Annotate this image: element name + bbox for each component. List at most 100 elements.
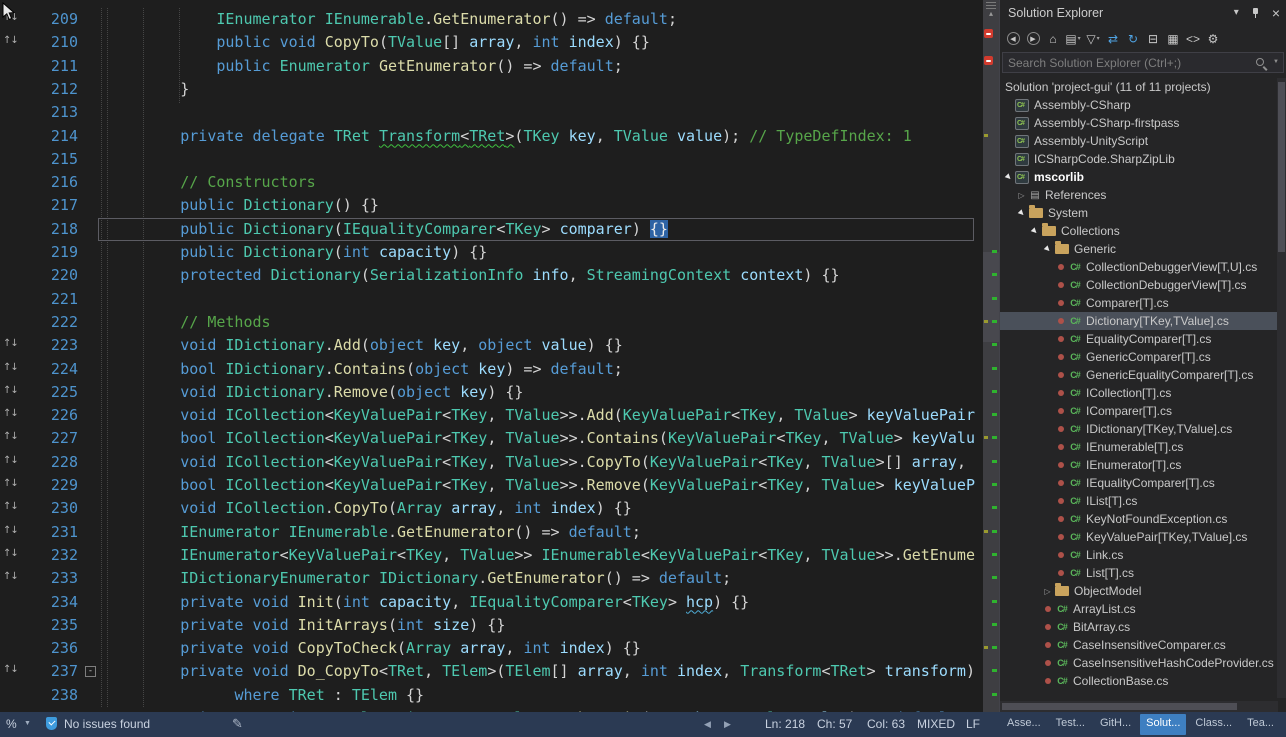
panel-tab[interactable]: Tea... bbox=[1241, 714, 1280, 735]
line-number[interactable]: 234 bbox=[20, 591, 78, 614]
line-number[interactable]: 229 bbox=[20, 474, 78, 497]
issues-status[interactable]: No issues found bbox=[64, 717, 150, 731]
tree-item[interactable]: ▶System bbox=[1000, 204, 1278, 222]
reference-glyph-icon[interactable]: ↑↓ bbox=[3, 571, 18, 582]
code-line[interactable]: ↑↓233 IDictionaryEnumerator IDictionary.… bbox=[0, 567, 975, 590]
panel-tab[interactable]: GitH... bbox=[1094, 714, 1137, 735]
line-number[interactable]: 226 bbox=[20, 404, 78, 427]
line-number[interactable]: 233 bbox=[20, 567, 78, 590]
code-line[interactable]: ↑↓223 void IDictionary.Add(object key, o… bbox=[0, 334, 975, 357]
line-number[interactable]: 228 bbox=[20, 451, 78, 474]
code-line[interactable]: ↑↓237- private void Do_CopyTo<TRet, TEle… bbox=[0, 660, 975, 683]
line-number[interactable]: 230 bbox=[20, 497, 78, 520]
reference-glyph-icon[interactable]: ↑↓ bbox=[3, 35, 18, 46]
collapsed-arrow-icon[interactable]: ▷ bbox=[1041, 587, 1054, 596]
code-line[interactable]: ↑↓224 bool IDictionary.Contains(object k… bbox=[0, 358, 975, 381]
tree-item[interactable]: C#KeyNotFoundException.cs bbox=[1000, 510, 1278, 528]
line-number[interactable]: 216 bbox=[20, 171, 78, 194]
code-line[interactable]: 235 private void InitArrays(int size) {} bbox=[0, 614, 975, 637]
home-icon[interactable]: ⌂ bbox=[1043, 29, 1063, 49]
search-input[interactable]: Search Solution Explorer (Ctrl+;) ▼ bbox=[1002, 52, 1284, 73]
code-line[interactable]: 214 private delegate TRet Transform<TRet… bbox=[0, 125, 975, 148]
line-number[interactable]: 217 bbox=[20, 194, 78, 217]
collapse-all-icon[interactable]: ⊟ bbox=[1143, 29, 1163, 49]
zoom-control[interactable]: % bbox=[6, 717, 17, 731]
editor-scrollbar[interactable]: ▴ bbox=[975, 0, 999, 712]
panel-horizontal-scrollbar[interactable] bbox=[1000, 701, 1278, 712]
tree-item[interactable]: ICSharpCode.SharpZipLib bbox=[1000, 150, 1278, 168]
scrollbar-track[interactable] bbox=[983, 0, 999, 712]
line-number[interactable]: 237 bbox=[20, 660, 78, 683]
tree-item[interactable]: C#IDictionary[TKey,TValue].cs bbox=[1000, 420, 1278, 438]
line-number[interactable]: 238 bbox=[20, 684, 78, 707]
line-number[interactable]: 212 bbox=[20, 78, 78, 101]
line-number[interactable]: 231 bbox=[20, 521, 78, 544]
fold-collapse-box[interactable]: - bbox=[85, 666, 96, 677]
refresh-icon[interactable]: ↻ bbox=[1123, 29, 1143, 49]
eol-indicator[interactable]: LF bbox=[966, 717, 980, 731]
panel-tab[interactable]: Solut... bbox=[1140, 714, 1186, 735]
line-number[interactable]: 224 bbox=[20, 358, 78, 381]
panel-vertical-scrollbar-thumb[interactable] bbox=[1278, 82, 1285, 252]
tree-item[interactable]: C#IComparer[T].cs bbox=[1000, 402, 1278, 420]
line-number[interactable]: 227 bbox=[20, 427, 78, 450]
tree-item[interactable]: C#EqualityComparer[T].cs bbox=[1000, 330, 1278, 348]
encoding-indicator[interactable]: MIXED bbox=[917, 717, 955, 731]
line-number[interactable]: 210 bbox=[20, 31, 78, 54]
reference-glyph-icon[interactable]: ↑↓ bbox=[3, 548, 18, 559]
tree-item[interactable]: C#IEqualityComparer[T].cs bbox=[1000, 474, 1278, 492]
panel-tab[interactable]: Class... bbox=[1189, 714, 1238, 735]
tree-item[interactable]: ▷ObjectModel bbox=[1000, 582, 1278, 600]
code-line[interactable]: ↑↓226 void ICollection<KeyValuePair<TKey… bbox=[0, 404, 975, 427]
panel-tab[interactable]: Asse... bbox=[1001, 714, 1047, 735]
code-line[interactable]: ↑↓229 bool ICollection<KeyValuePair<TKey… bbox=[0, 474, 975, 497]
line-number[interactable]: 235 bbox=[20, 614, 78, 637]
tree-item[interactable]: C#GenericComparer[T].cs bbox=[1000, 348, 1278, 366]
code-line[interactable]: 211 public Enumerator GetEnumerator() =>… bbox=[0, 55, 975, 78]
code-line[interactable]: ↑↓227 bool ICollection<KeyValuePair<TKey… bbox=[0, 427, 975, 450]
line-number[interactable]: 225 bbox=[20, 381, 78, 404]
code-line[interactable]: ↑↓231 IEnumerator IEnumerable.GetEnumera… bbox=[0, 521, 975, 544]
line-indicator[interactable]: Ln: 218 bbox=[765, 717, 805, 731]
panel-vertical-scrollbar[interactable] bbox=[1277, 78, 1286, 698]
show-all-files-icon[interactable]: ▦ bbox=[1163, 29, 1183, 49]
tree-item[interactable]: Assembly-CSharp-firstpass bbox=[1000, 114, 1278, 132]
tree-item[interactable]: Assembly-UnityScript bbox=[1000, 132, 1278, 150]
line-number[interactable]: 236 bbox=[20, 637, 78, 660]
expanded-arrow-icon[interactable]: ▶ bbox=[1041, 245, 1054, 253]
search-options-caret-icon[interactable]: ▼ bbox=[1273, 59, 1279, 65]
tree-item[interactable]: C#ICollection[T].cs bbox=[1000, 384, 1278, 402]
code-line[interactable]: 212 } bbox=[0, 78, 975, 101]
reference-glyph-icon[interactable]: ↑↓ bbox=[3, 338, 18, 349]
code-line[interactable]: 236 private void CopyToCheck(Array array… bbox=[0, 637, 975, 660]
issues-shield-icon[interactable] bbox=[46, 717, 57, 733]
code-line[interactable]: 218 public Dictionary(IEqualityComparer<… bbox=[0, 218, 975, 241]
tree-item[interactable]: ▶Generic bbox=[1000, 240, 1278, 258]
tree-item[interactable]: C#IEnumerator[T].cs bbox=[1000, 456, 1278, 474]
reference-glyph-icon[interactable]: ↑↓ bbox=[3, 431, 18, 442]
scroll-left-icon[interactable]: ◀ bbox=[704, 719, 711, 730]
code-line[interactable]: ↑↓209 IEnumerator IEnumerable.GetEnumera… bbox=[0, 8, 975, 31]
view-code-icon[interactable]: <> bbox=[1183, 29, 1203, 49]
reference-glyph-icon[interactable]: ↑↓ bbox=[3, 525, 18, 536]
tree-item[interactable]: C#Comparer[T].cs bbox=[1000, 294, 1278, 312]
tree-item[interactable]: C#ArrayList.cs bbox=[1000, 600, 1278, 618]
column-indicator[interactable]: Col: 63 bbox=[867, 717, 905, 731]
panel-horizontal-scrollbar-thumb[interactable] bbox=[1002, 703, 1237, 710]
expanded-arrow-icon[interactable]: ▶ bbox=[1002, 173, 1015, 181]
pin-icon[interactable] bbox=[1250, 7, 1261, 19]
tree-item[interactable]: C#IList[T].cs bbox=[1000, 492, 1278, 510]
code-line[interactable]: 213 bbox=[0, 101, 975, 124]
line-number[interactable]: 218 bbox=[20, 218, 78, 241]
forward-icon[interactable]: ▶ bbox=[1023, 29, 1043, 49]
search-icon[interactable] bbox=[1255, 57, 1267, 69]
code-line[interactable]: 238 where TRet : TElem {} bbox=[0, 684, 975, 707]
reference-glyph-icon[interactable]: ↑↓ bbox=[3, 478, 18, 489]
line-number[interactable]: 220 bbox=[20, 264, 78, 287]
tree-item[interactable]: Assembly-CSharp bbox=[1000, 96, 1278, 114]
pen-icon[interactable]: ✎ bbox=[232, 716, 243, 732]
code-line[interactable]: 217 public Dictionary() {} bbox=[0, 194, 975, 217]
code-line[interactable]: 215 bbox=[0, 148, 975, 171]
code-line[interactable]: 234 private void Init(int capacity, IEqu… bbox=[0, 591, 975, 614]
line-number[interactable]: 219 bbox=[20, 241, 78, 264]
